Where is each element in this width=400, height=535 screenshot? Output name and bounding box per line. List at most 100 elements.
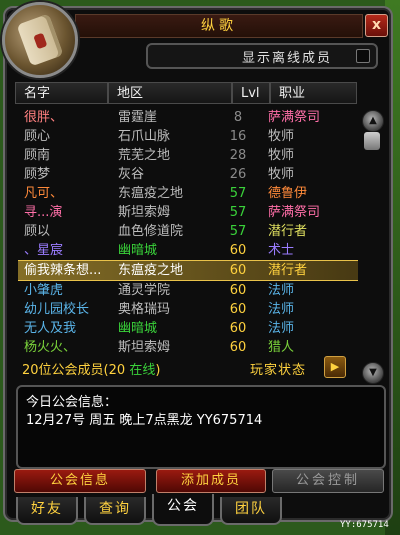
member-level: 57 — [229, 186, 247, 201]
roster-row[interactable]: 顾以 血色修道院 57 潜行者 — [18, 222, 358, 241]
member-level: 60 — [229, 321, 247, 336]
member-class: 潜行者 — [268, 263, 308, 278]
member-class: 德鲁伊 — [268, 186, 308, 201]
tab-guild[interactable]: 公会 — [152, 494, 214, 526]
member-zone: 斯坦索姆 — [118, 205, 171, 220]
scroll-down-button[interactable]: ▼ — [362, 362, 384, 384]
member-zone: 幽暗城 — [118, 243, 158, 258]
roster-list: 很胖、 雷霆崖 8 萨满祭司 顾心 石爪山脉 16 牧师 顾南 荒芜之地 28 牧师 顾梦 灰谷 26 牧师凡… — [18, 108, 358, 357]
show-offline-toggle[interactable]: 显示离线成员 — [146, 43, 378, 69]
tab-friends[interactable]: 好友 — [16, 497, 78, 525]
close-button[interactable]: x — [365, 14, 388, 37]
roster-row[interactable]: 凡可、 东瘟疫之地 57 德鲁伊 — [18, 184, 358, 203]
member-name: 杨火火、 — [24, 340, 77, 355]
member-class: 猎人 — [268, 340, 295, 355]
member-name: 无人及我 — [24, 321, 77, 336]
column-header-level[interactable]: Lvl — [232, 82, 270, 104]
column-header-class[interactable]: 职业 — [270, 82, 357, 104]
member-name: 凡可、 — [24, 186, 64, 201]
member-name: 幼儿园校长 — [24, 302, 90, 317]
guild-motd: 今日公会信息： 12月27号 周五 晚上7点黑龙 YY675714 — [16, 385, 386, 469]
show-offline-checkbox[interactable] — [356, 49, 370, 63]
member-zone: 东瘟疫之地 — [118, 186, 184, 201]
guild-control-button[interactable]: 公会控制 — [272, 469, 384, 493]
motd-title: 今日公会信息： — [26, 395, 118, 410]
member-class: 法师 — [268, 283, 295, 298]
member-class: 牧师 — [268, 129, 295, 144]
arrow-right-icon: ▶ — [330, 360, 340, 373]
roster-row[interactable]: 杨火火、 斯坦索姆 60 猎人 — [18, 338, 358, 357]
member-zone: 东瘟疫之地 — [118, 263, 184, 278]
roster-row[interactable]: 顾梦 灰谷 26 牧师 — [18, 165, 358, 184]
member-class: 萨满祭司 — [268, 205, 321, 220]
add-member-button[interactable]: 添加成员 — [156, 469, 266, 493]
member-level: 57 — [229, 205, 247, 220]
member-level: 60 — [229, 283, 247, 298]
member-name: 很胖、 — [24, 110, 64, 125]
scroll-up-button[interactable]: ▲ — [362, 110, 384, 132]
tab-raid[interactable]: 团队 — [220, 497, 282, 525]
member-level: 8 — [233, 110, 243, 125]
member-level: 28 — [229, 148, 247, 163]
member-name: 寻...演 — [24, 205, 63, 220]
roster-row[interactable]: 、星宸 幽暗城 60 术士 — [18, 241, 358, 260]
member-zone: 奥格瑞玛 — [118, 302, 171, 317]
member-level: 57 — [229, 224, 247, 239]
member-level: 60 — [229, 263, 247, 278]
member-name: 顾以 — [24, 224, 51, 239]
member-name: 顾南 — [24, 148, 51, 163]
member-zone: 血色修道院 — [118, 224, 184, 239]
member-zone: 幽暗城 — [118, 321, 158, 336]
player-status-label: 玩家状态 — [250, 363, 307, 378]
roster-row[interactable]: 很胖、 雷霆崖 8 萨满祭司 — [18, 108, 358, 127]
show-offline-label: 显示离线成员 — [242, 51, 333, 66]
arrow-up-icon: ▲ — [369, 115, 377, 126]
member-name: 偷我辣条想... — [24, 263, 102, 278]
guild-info-button[interactable]: 公会信息 — [14, 469, 146, 493]
member-level: 16 — [229, 129, 247, 144]
motd-text: 12月27号 周五 晚上7点黑龙 YY675714 — [26, 413, 263, 428]
member-level: 60 — [229, 302, 247, 317]
roster-row[interactable]: 偷我辣条想... 东瘟疫之地 60 潜行者 — [18, 260, 358, 281]
roster-header: 名字 地区 Lvl 职业 — [15, 82, 357, 106]
member-zone: 雷霆崖 — [118, 110, 158, 125]
watermark-text: YY:675714 — [340, 520, 389, 530]
member-level: 26 — [229, 167, 247, 182]
roster-row[interactable]: 顾心 石爪山脉 16 牧师 — [18, 127, 358, 146]
column-header-name[interactable]: 名字 — [15, 82, 108, 104]
tab-who[interactable]: 查询 — [84, 497, 146, 525]
member-class: 牧师 — [268, 167, 295, 182]
member-zone: 通灵学院 — [118, 283, 171, 298]
roster-row[interactable]: 幼儿园校长 奥格瑞玛 60 法师 — [18, 300, 358, 319]
member-class: 法师 — [268, 321, 295, 336]
member-class: 潜行者 — [268, 224, 308, 239]
member-level: 60 — [229, 243, 247, 258]
member-zone: 荒芜之地 — [118, 148, 171, 163]
guild-portrait — [2, 2, 78, 78]
scroll-icon — [16, 13, 64, 67]
roster-row[interactable]: 小肇虎 通灵学院 60 法师 — [18, 281, 358, 300]
member-name: 顾心 — [24, 129, 51, 144]
member-name: 、星宸 — [24, 243, 64, 258]
member-class: 萨满祭司 — [268, 110, 321, 125]
scroll-thumb[interactable] — [364, 132, 380, 150]
member-count: 20位公会成员(20 在线) — [22, 363, 161, 378]
member-class: 法师 — [268, 302, 295, 317]
roster-row[interactable]: 顾南 荒芜之地 28 牧师 — [18, 146, 358, 165]
member-name: 小肇虎 — [24, 283, 64, 298]
player-status-button[interactable]: ▶ — [324, 356, 346, 378]
roster-row[interactable]: 寻...演 斯坦索姆 57 萨满祭司 — [18, 203, 358, 222]
member-zone: 灰谷 — [118, 167, 145, 182]
member-zone: 斯坦索姆 — [118, 340, 171, 355]
member-level: 60 — [229, 340, 247, 355]
roster-row[interactable]: 无人及我 幽暗城 60 法师 — [18, 319, 358, 338]
member-class: 牧师 — [268, 148, 295, 163]
roster-scrollbar[interactable]: ▲ ▼ — [361, 108, 384, 384]
column-header-zone[interactable]: 地区 — [108, 82, 232, 104]
close-icon: x — [371, 17, 382, 33]
arrow-down-icon: ▼ — [369, 367, 377, 378]
member-name: 顾梦 — [24, 167, 51, 182]
member-class: 术士 — [268, 243, 295, 258]
window-title: 纵歌 — [75, 14, 363, 38]
member-zone: 石爪山脉 — [118, 129, 171, 144]
